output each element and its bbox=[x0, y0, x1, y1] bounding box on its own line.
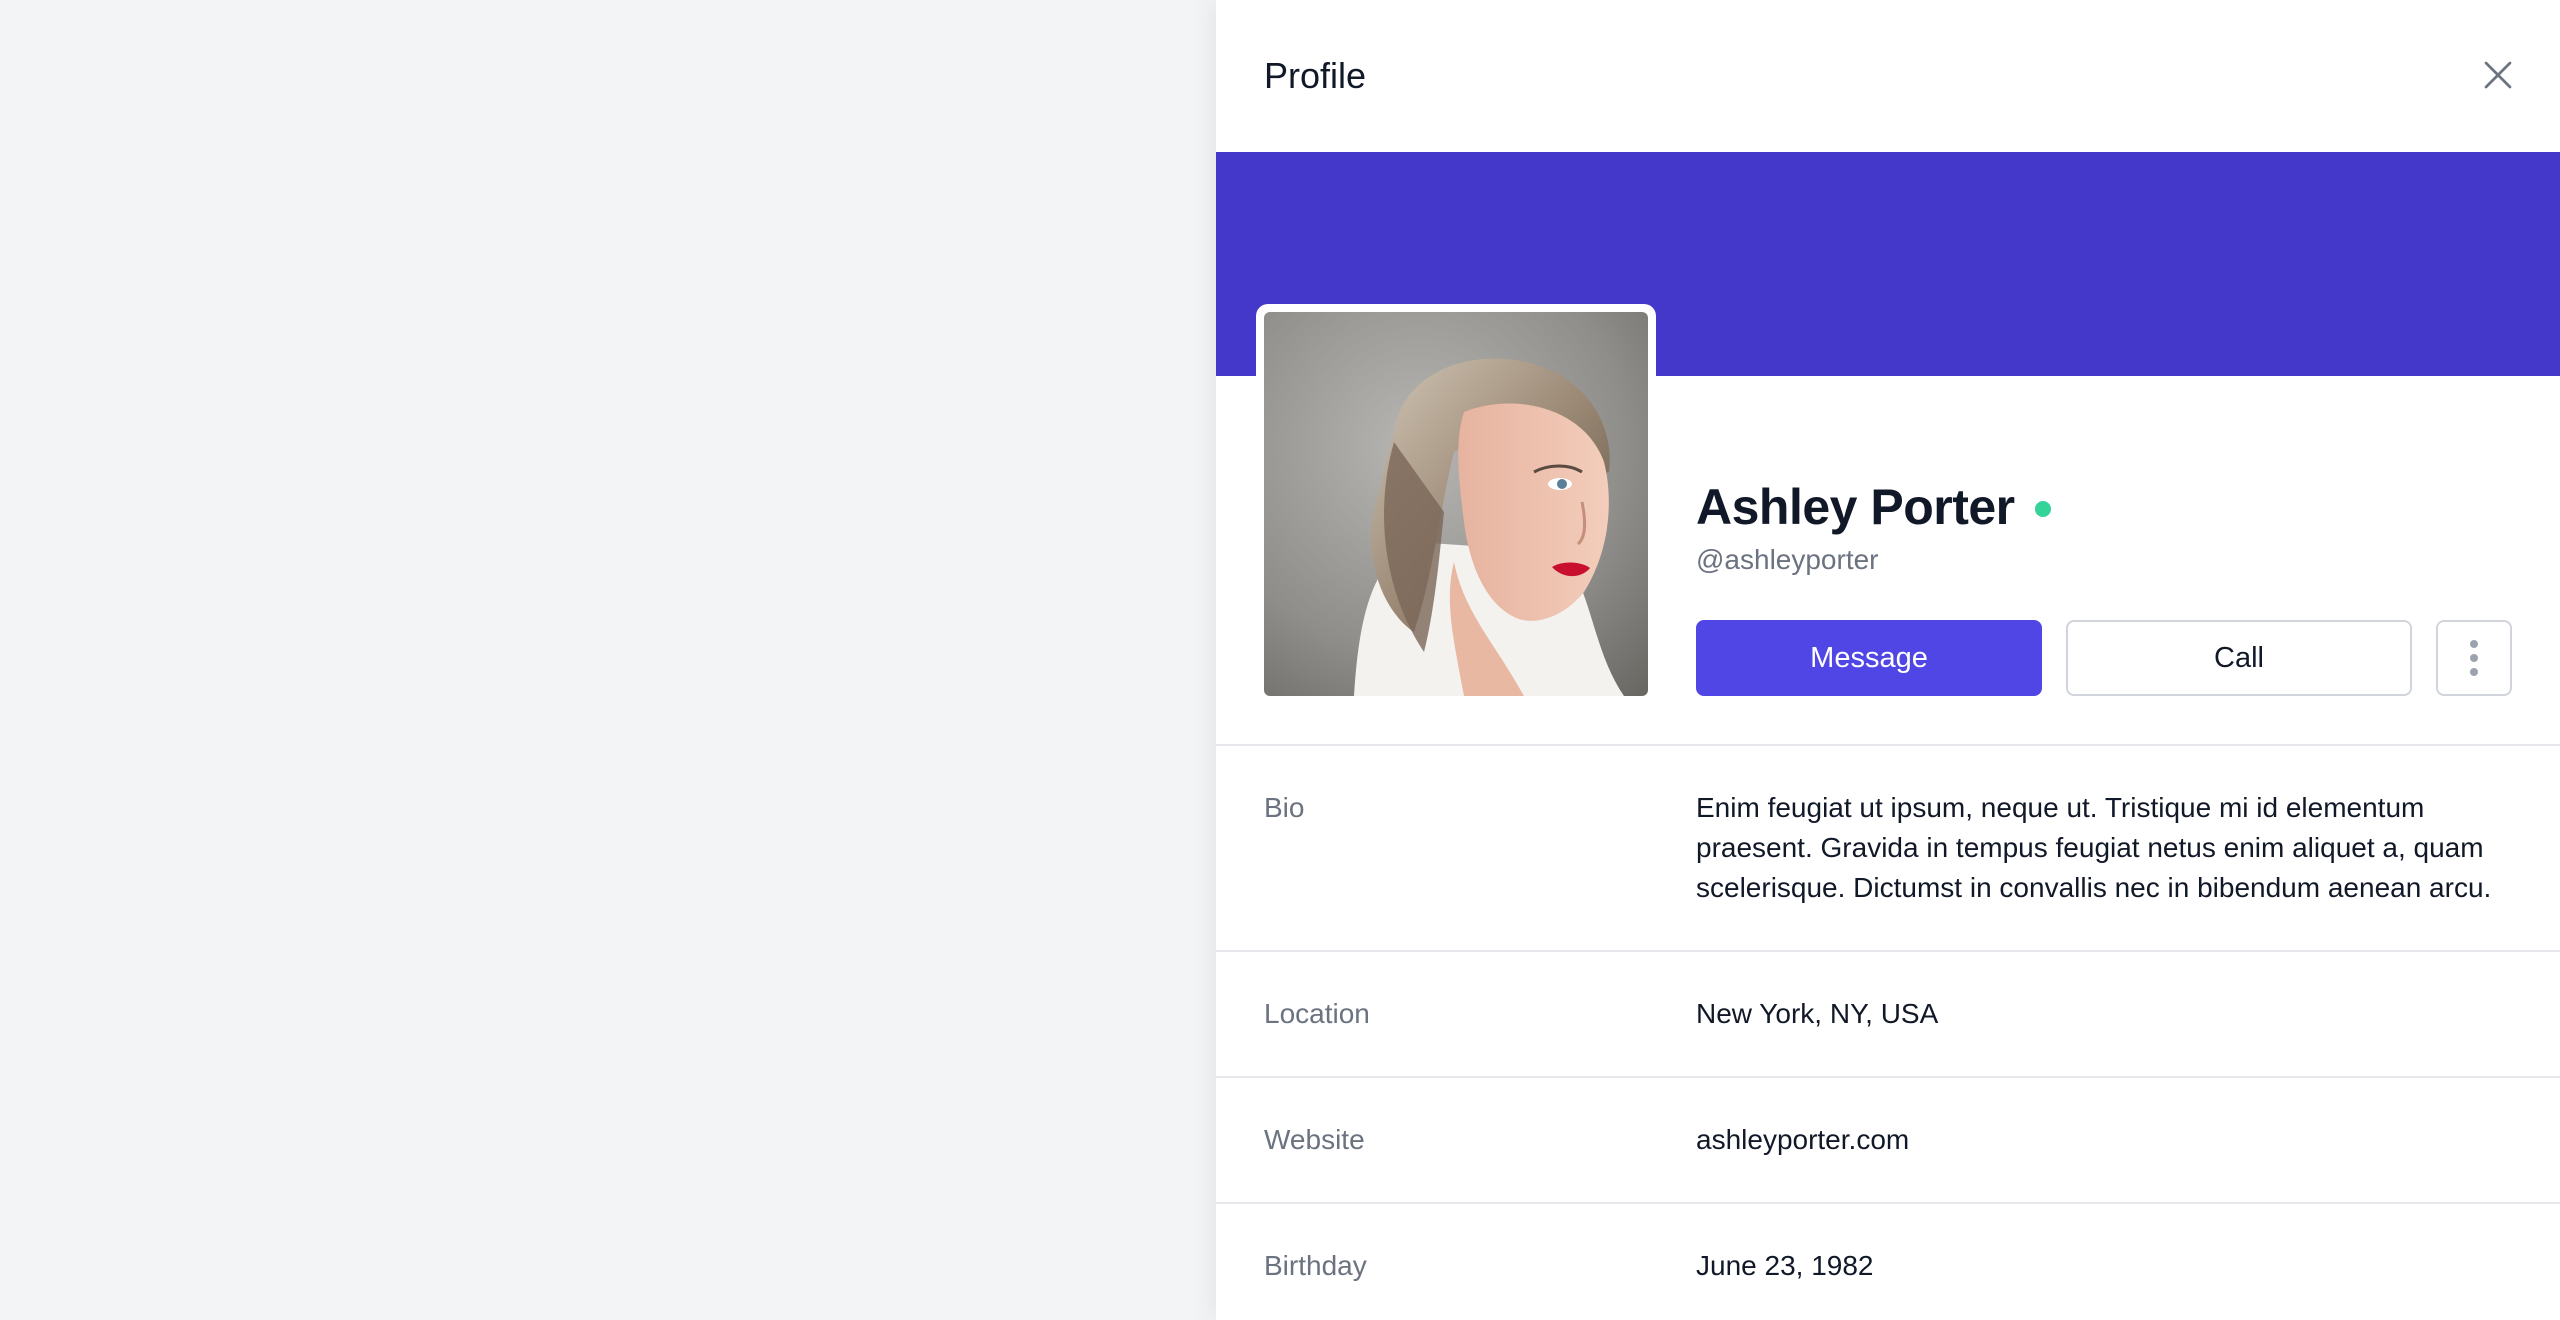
detail-label: Location bbox=[1264, 998, 1370, 1029]
detail-value: New York, NY, USA bbox=[1696, 998, 1939, 1029]
detail-label: Birthday bbox=[1264, 1250, 1367, 1281]
detail-label: Bio bbox=[1264, 792, 1305, 823]
panel-title: Profile bbox=[1264, 55, 1367, 96]
detail-value: Enim feugiat ut ipsum, neque ut. Tristiq… bbox=[1696, 792, 2492, 903]
profile-actions: Message Call bbox=[1696, 620, 2512, 696]
call-button[interactable]: Call bbox=[2066, 620, 2412, 696]
page-backdrop[interactable] bbox=[0, 0, 1216, 1320]
profile-identity: Ashley Porter bbox=[1696, 474, 2051, 540]
more-options-button[interactable] bbox=[2436, 620, 2512, 696]
profile-handle: @ashleyporter bbox=[1696, 544, 1879, 575]
detail-row-website: Website ashleyporter.com bbox=[1216, 1078, 2560, 1204]
message-button[interactable]: Message bbox=[1696, 620, 2042, 696]
avatar bbox=[1264, 312, 1648, 696]
detail-value: ashleyporter.com bbox=[1696, 1124, 1910, 1155]
detail-label: Website bbox=[1264, 1124, 1365, 1155]
close-icon bbox=[2480, 57, 2516, 96]
profile-name: Ashley Porter bbox=[1696, 479, 2015, 535]
profile-slide-over-panel: Profile Ashley Porter @ashleyporter Mess… bbox=[1216, 0, 2560, 1320]
detail-row-bio: Bio Enim feugiat ut ipsum, neque ut. Tri… bbox=[1216, 746, 2560, 952]
close-button[interactable] bbox=[2472, 50, 2524, 102]
avatar-frame bbox=[1256, 304, 1656, 704]
profile-details: Bio Enim feugiat ut ipsum, neque ut. Tri… bbox=[1216, 744, 2560, 1320]
detail-value: June 23, 1982 bbox=[1696, 1250, 1874, 1281]
online-status-indicator bbox=[2034, 501, 2051, 517]
detail-row-birthday: Birthday June 23, 1982 bbox=[1216, 1204, 2560, 1320]
detail-row-location: Location New York, NY, USA bbox=[1216, 952, 2560, 1078]
panel-header: Profile bbox=[1216, 0, 2560, 152]
name-row: Ashley Porter bbox=[1696, 474, 2051, 540]
more-vertical-icon bbox=[2470, 640, 2478, 676]
